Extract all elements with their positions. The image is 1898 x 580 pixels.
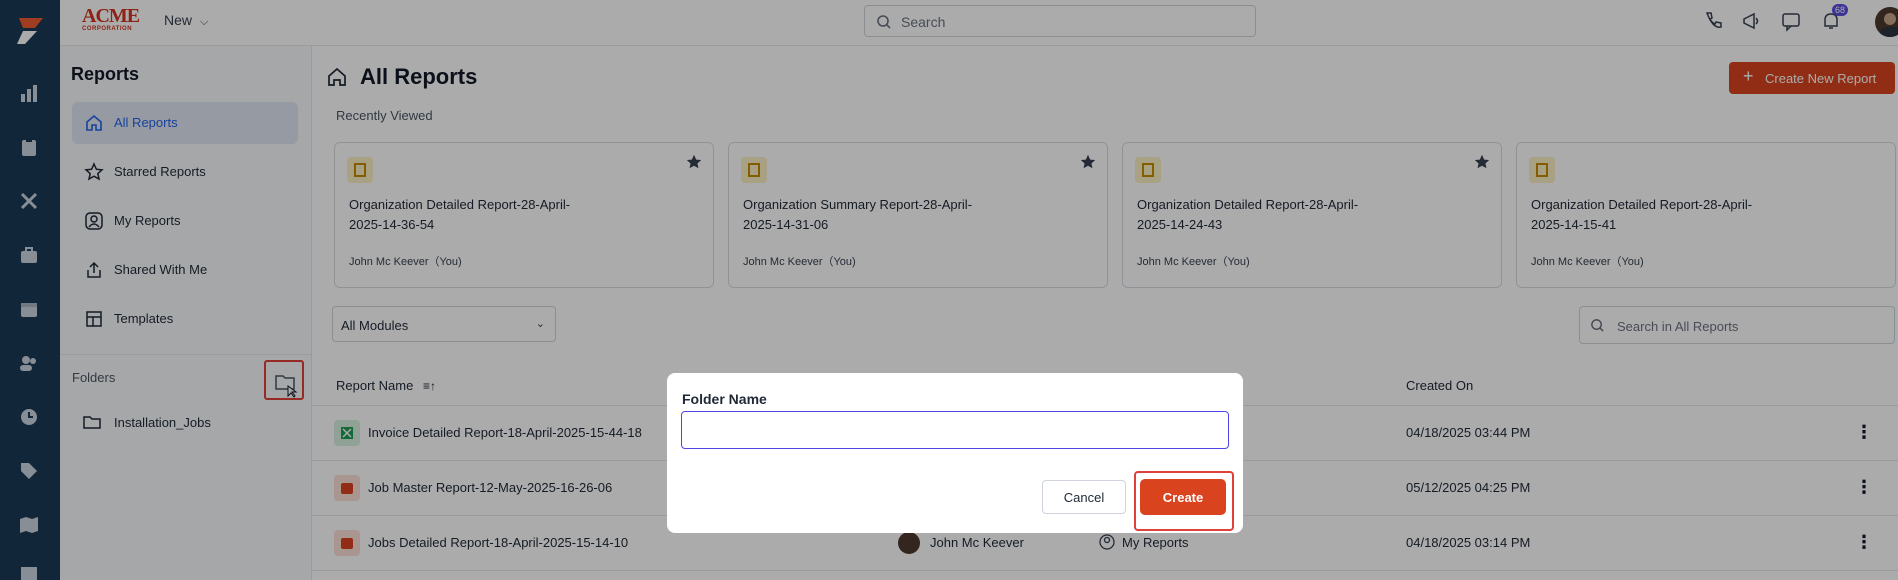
create-folder-dialog: Folder Name Cancel Create bbox=[667, 373, 1243, 533]
folder-name-input[interactable] bbox=[681, 411, 1229, 449]
cancel-button[interactable]: Cancel bbox=[1042, 480, 1126, 514]
folder-name-label: Folder Name bbox=[682, 391, 767, 407]
create-button[interactable]: Create bbox=[1140, 479, 1226, 515]
